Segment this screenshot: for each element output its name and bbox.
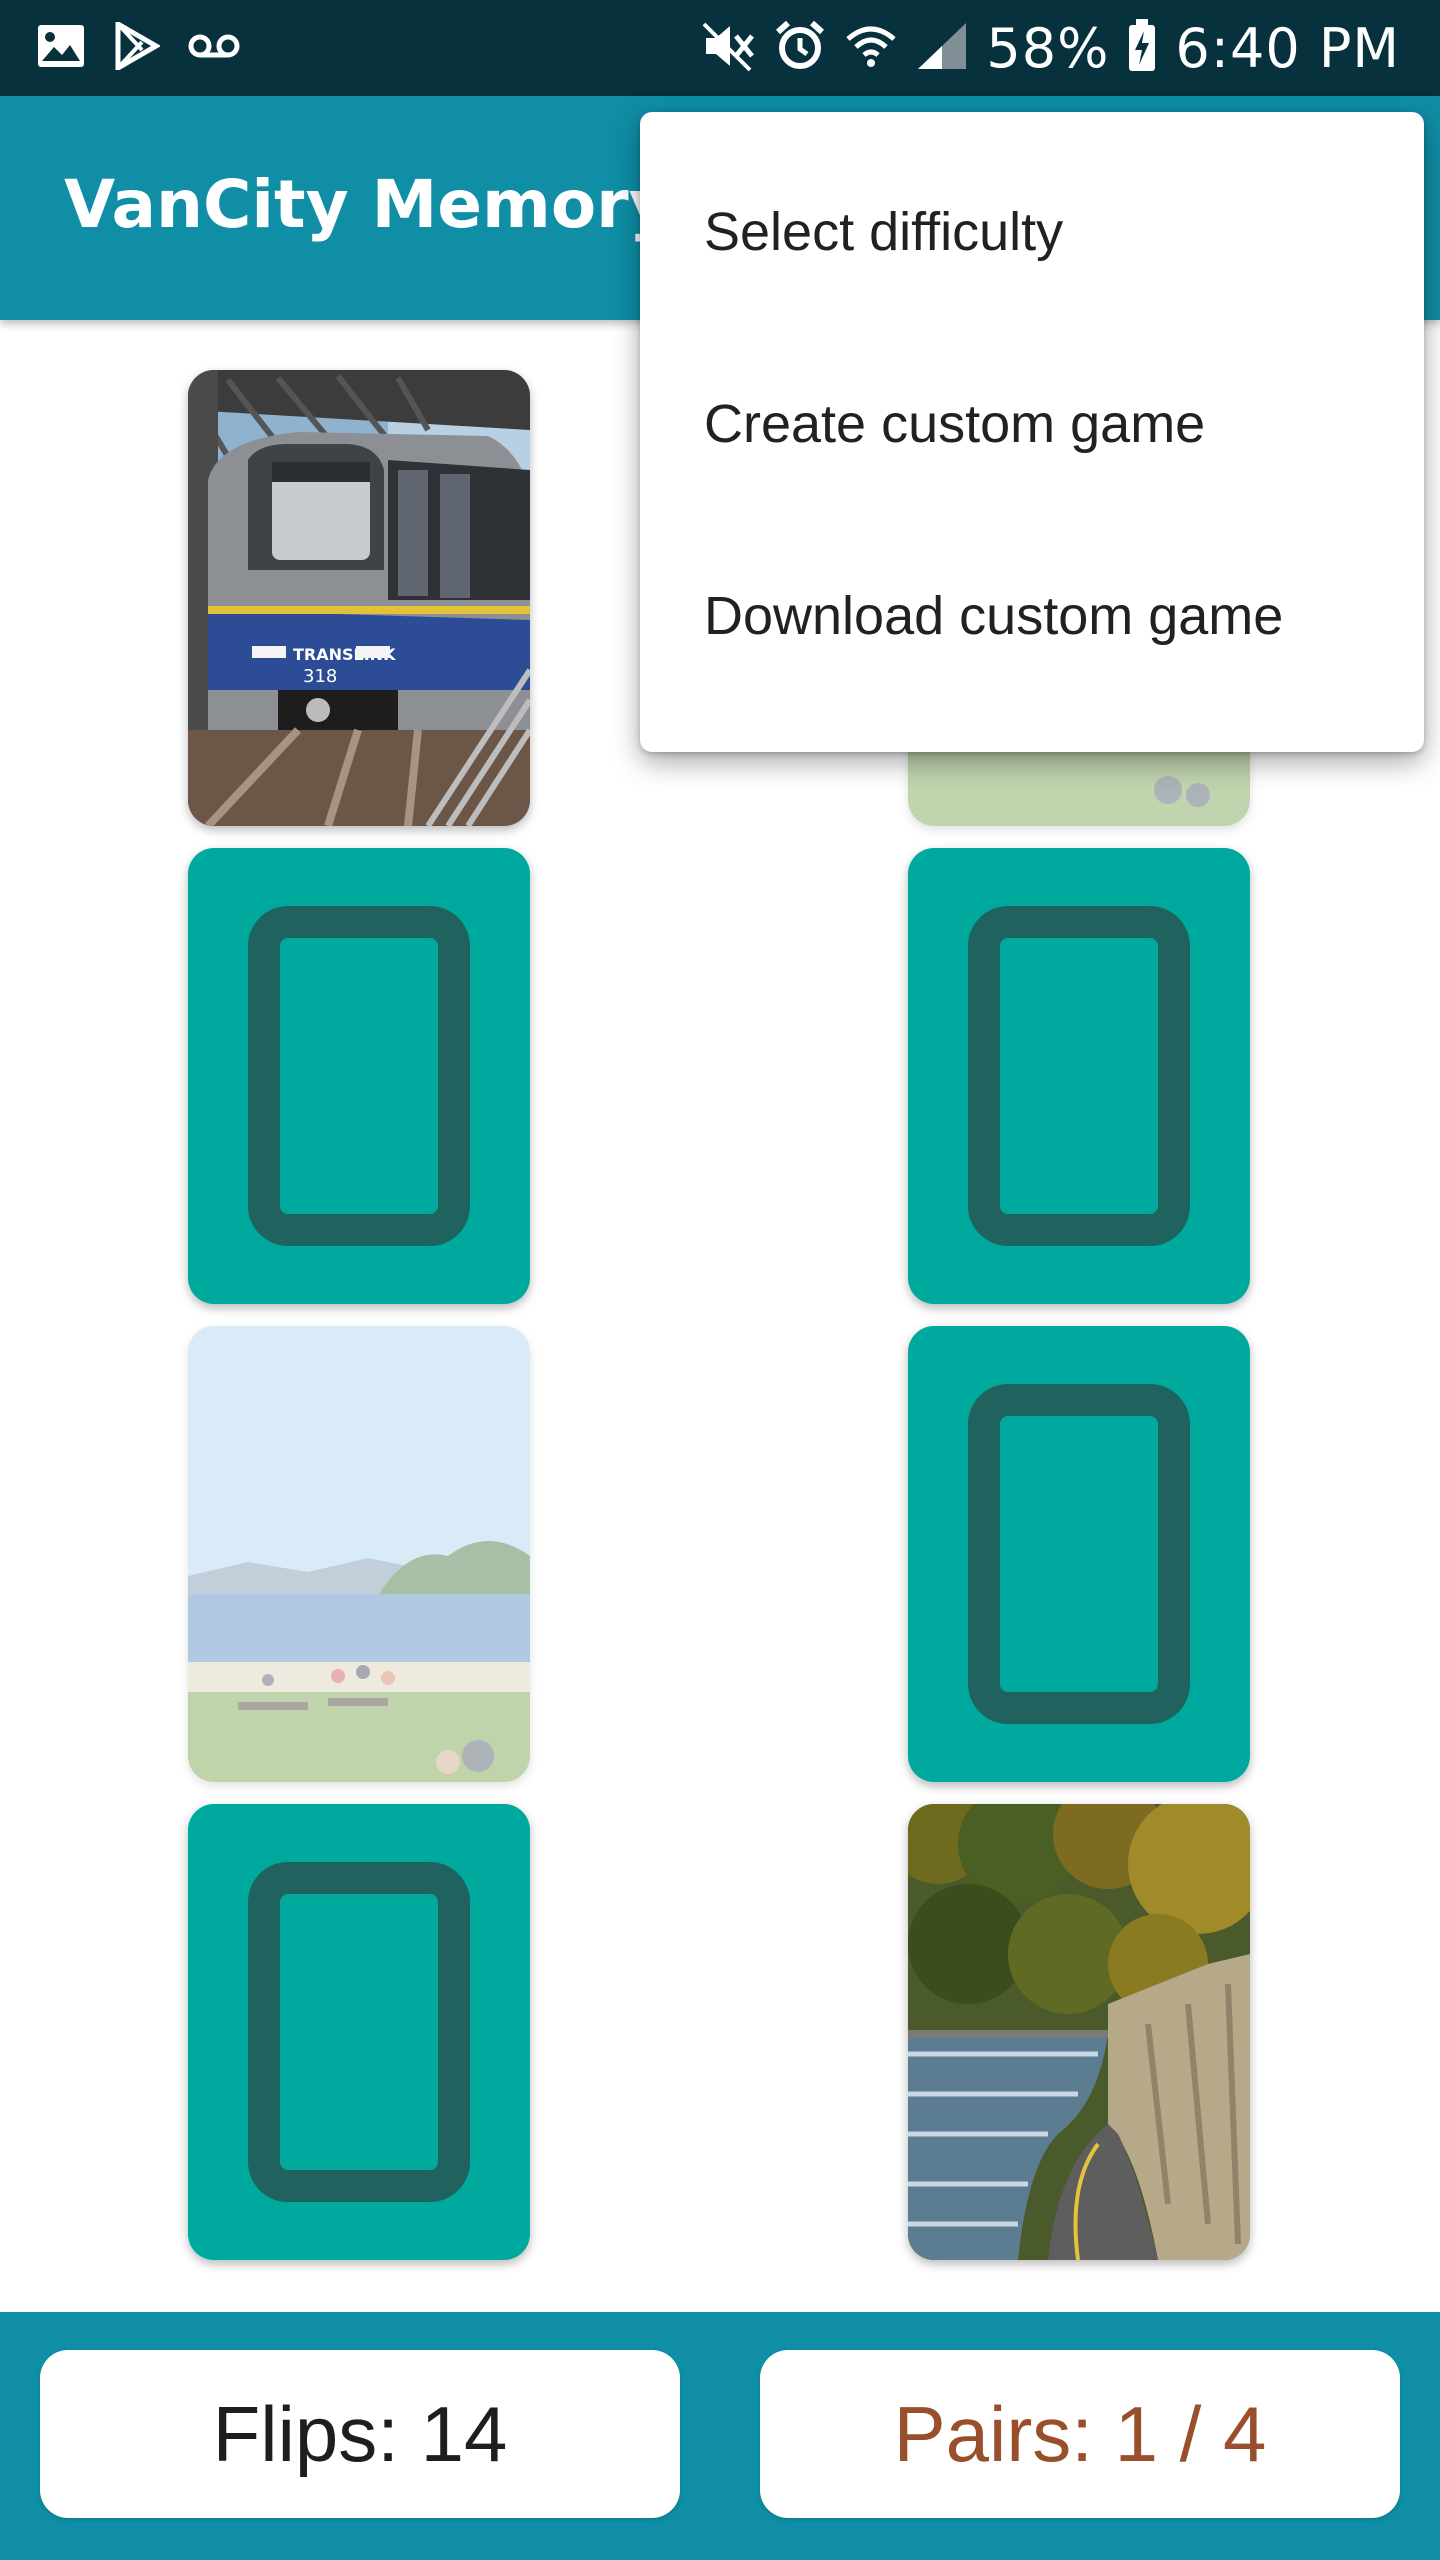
alarm-icon <box>774 20 826 76</box>
menu-item-create-custom-game[interactable]: Create custom game <box>640 328 1424 520</box>
card-back-frame <box>968 1384 1190 1724</box>
card-face-down[interactable] <box>188 1804 530 2260</box>
card-cell[interactable] <box>880 1316 1280 1792</box>
card-beach-matched[interactable] <box>188 1326 530 1782</box>
flips-counter: Flips: 14 <box>40 2350 680 2518</box>
menu-item-select-difficulty[interactable]: Select difficulty <box>640 136 1424 328</box>
clock: 6:40 PM <box>1175 16 1400 80</box>
menu-item-download-custom-game[interactable]: Download custom game <box>640 520 1424 712</box>
card-skytrain[interactable]: TRANSLINK 318 <box>188 370 530 826</box>
card-face-down[interactable] <box>908 1326 1250 1782</box>
card-face-down[interactable] <box>908 848 1250 1304</box>
skytrain-photo: TRANSLINK 318 <box>188 370 530 826</box>
battery-level: 58% <box>986 16 1110 80</box>
train-number: 318 <box>303 666 337 687</box>
score-bar: Flips: 14 Pairs: 1 / 4 <box>0 2312 1440 2560</box>
card-back-frame <box>968 906 1190 1246</box>
overflow-menu: Select difficulty Create custom game Dow… <box>640 112 1424 752</box>
card-face-down[interactable] <box>188 848 530 1304</box>
card-cell[interactable]: TRANSLINK 318 <box>160 360 560 836</box>
app-title: VanCity Memory Match <box>64 166 684 243</box>
card-cell[interactable] <box>880 1794 1280 2270</box>
card-back-frame <box>248 1862 470 2202</box>
wifi-icon <box>844 21 898 75</box>
voicemail-icon <box>188 31 240 65</box>
play-store-icon <box>114 19 161 74</box>
beach-photo <box>188 1326 530 1782</box>
card-cell[interactable] <box>880 838 1280 1314</box>
card-back-frame <box>248 906 470 1246</box>
status-bar: 58% 6:40 PM <box>0 0 1440 96</box>
card-cell[interactable] <box>160 1794 560 2270</box>
signal-icon <box>916 21 968 75</box>
battery-charging-icon <box>1127 19 1157 77</box>
mute-icon <box>700 20 756 76</box>
card-cell[interactable] <box>160 1316 560 1792</box>
pairs-counter: Pairs: 1 / 4 <box>760 2350 1400 2518</box>
seawall-photo <box>908 1804 1250 2260</box>
card-cell[interactable] <box>160 838 560 1314</box>
gallery-icon <box>36 23 86 73</box>
card-seawall[interactable] <box>908 1804 1250 2260</box>
